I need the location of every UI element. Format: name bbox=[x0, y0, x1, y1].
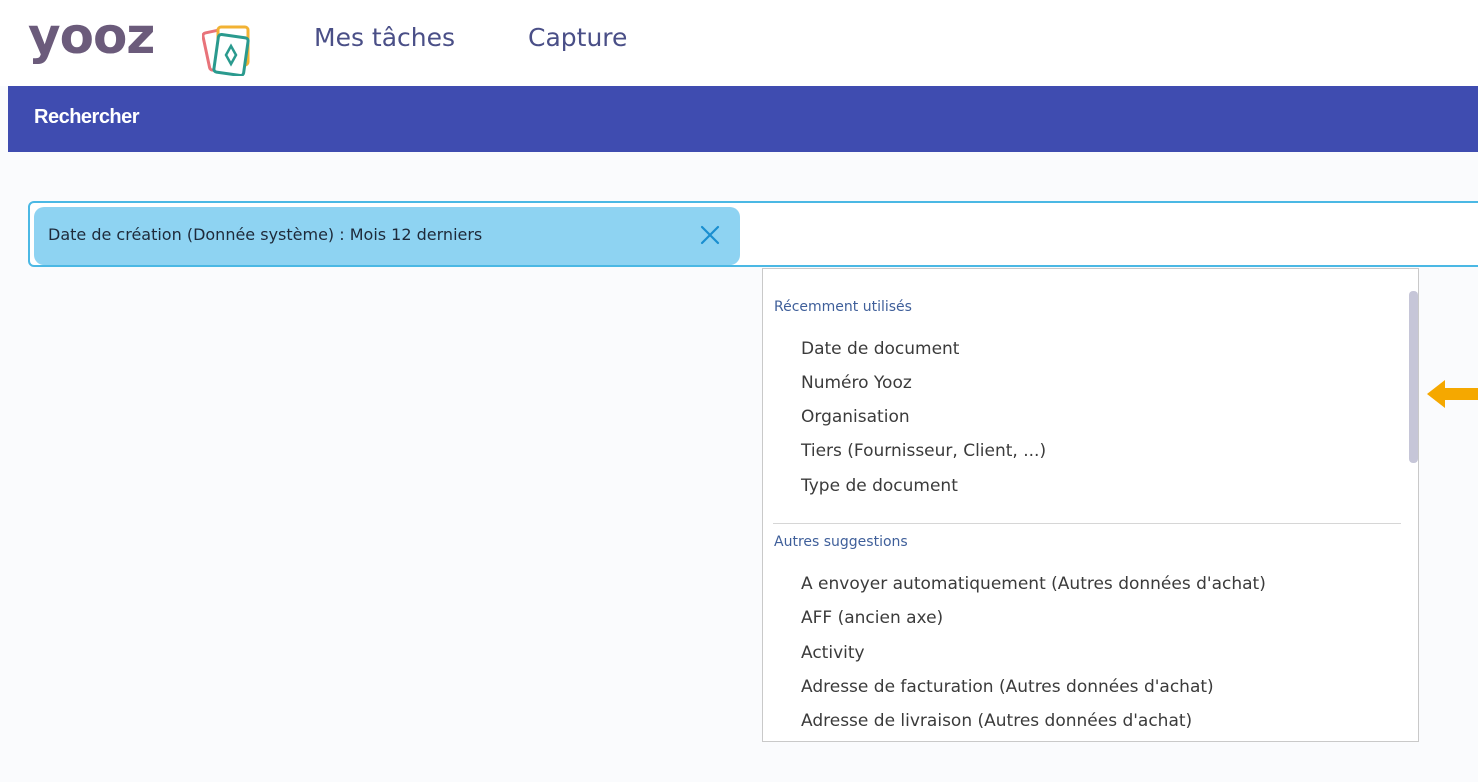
yooz-logo[interactable]: yooz bbox=[28, 6, 155, 66]
section-divider bbox=[773, 523, 1403, 524]
suggestions-dropdown: Récemment utilisés Date de document Numé… bbox=[762, 268, 1419, 742]
page-title: Rechercher bbox=[34, 106, 140, 128]
section-title-recent: Récemment utilisés bbox=[774, 299, 912, 315]
search-input[interactable]: Date de création (Donnée système) : Mois… bbox=[28, 201, 1478, 267]
suggestion-item[interactable]: Type de document bbox=[801, 476, 958, 496]
suggestion-item[interactable]: Adresse de livraison (Autres données d'a… bbox=[801, 711, 1192, 731]
suggestion-item[interactable]: Tiers (Fournisseur, Client, ...) bbox=[801, 441, 1046, 461]
nav-tab-capture[interactable]: Capture bbox=[528, 18, 627, 58]
filter-chip[interactable]: Date de création (Donnée système) : Mois… bbox=[34, 207, 740, 265]
scrollbar-thumb[interactable] bbox=[1409, 291, 1418, 463]
yooz-cards-logo-icon bbox=[202, 25, 250, 76]
search-header-bar: Rechercher bbox=[8, 86, 1478, 152]
suggestion-item[interactable]: AFF (ancien axe) bbox=[801, 608, 943, 628]
suggestion-item[interactable]: Organisation bbox=[801, 407, 910, 427]
filter-chip-label: Date de création (Donnée système) : Mois… bbox=[48, 225, 483, 244]
close-icon[interactable] bbox=[696, 221, 724, 249]
suggestion-item[interactable]: Adresse de facturation (Autres données d… bbox=[801, 677, 1214, 697]
suggestion-item[interactable]: Activity bbox=[801, 643, 865, 663]
nav-tab-mes-taches[interactable]: Mes tâches bbox=[314, 18, 455, 58]
suggestion-item[interactable]: A envoyer automatiquement (Autres donnée… bbox=[801, 574, 1266, 594]
suggestion-item[interactable]: Date de document bbox=[801, 339, 959, 359]
arrow-left-icon bbox=[1427, 380, 1478, 408]
top-navigation-bar: yooz Mes tâches Capture bbox=[0, 0, 1478, 86]
suggestion-item[interactable]: Numéro Yooz bbox=[801, 373, 912, 393]
section-title-other: Autres suggestions bbox=[774, 534, 908, 550]
